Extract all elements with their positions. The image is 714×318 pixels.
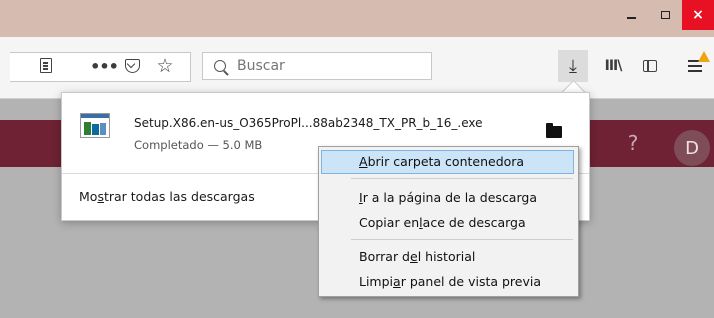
navigation-toolbar: ••• ☆ ⤓ III\	[0, 37, 714, 99]
menu-separator	[351, 178, 573, 179]
menu-item-label: Borrar del historial	[359, 249, 476, 264]
download-button[interactable]: ⤓	[558, 50, 588, 82]
minimize-icon	[626, 17, 636, 19]
update-warning-icon	[698, 51, 710, 62]
bookmark-star-icon[interactable]: ☆	[153, 54, 177, 78]
close-icon: ×	[692, 7, 704, 23]
reader-view-icon[interactable]	[40, 58, 52, 73]
menu-item-label: Limpiar panel de vista previa	[359, 274, 542, 289]
download-icon: ⤓	[569, 55, 577, 77]
menu-item-open-containing-folder[interactable]: Abrir carpeta contenedora	[321, 150, 574, 174]
library-icon[interactable]: III\	[601, 54, 625, 78]
download-status: Completado — 5.0 MB	[134, 138, 263, 152]
menu-item-label: Abrir carpeta contenedora	[359, 154, 525, 169]
download-file-name: Setup.X86.en-us_O365ProPl...88ab2348_TX_…	[134, 116, 483, 130]
more-icon[interactable]: •••	[90, 54, 119, 78]
search-icon	[214, 60, 226, 72]
title-bar: ×	[0, 0, 714, 37]
close-button[interactable]: ×	[682, 0, 714, 30]
menu-item-label: Copiar enlace de descarga	[359, 215, 526, 230]
menu-item-go-to-download-page[interactable]: Ir a la página de la descarga	[319, 186, 578, 210]
installer-file-icon	[80, 113, 110, 138]
menu-item-label: Ir a la página de la descarga	[359, 190, 537, 205]
maximize-icon	[660, 11, 670, 19]
menu-item-clear-preview-panel[interactable]: Limpiar panel de vista previa	[319, 270, 578, 294]
search-input[interactable]	[235, 57, 419, 75]
menu-item-delete-from-history[interactable]: Borrar del historial	[319, 245, 578, 269]
sidebar-icon[interactable]	[638, 54, 662, 78]
menu-item-copy-download-link[interactable]: Copiar enlace de descarga	[319, 211, 578, 235]
help-icon[interactable]: ?	[621, 131, 645, 155]
menu-icon[interactable]	[682, 51, 710, 78]
menu-separator	[351, 239, 573, 240]
avatar[interactable]: D	[674, 130, 710, 166]
open-folder-icon[interactable]	[546, 123, 562, 138]
search-box[interactable]	[202, 52, 432, 80]
show-all-downloads-label: Mostrar todas las descargas	[79, 189, 255, 204]
minimize-button[interactable]	[614, 0, 648, 30]
maximize-button[interactable]	[648, 0, 682, 30]
context-menu: Abrir carpeta contenedora Ir a la página…	[318, 146, 579, 297]
pocket-icon[interactable]	[121, 54, 143, 78]
